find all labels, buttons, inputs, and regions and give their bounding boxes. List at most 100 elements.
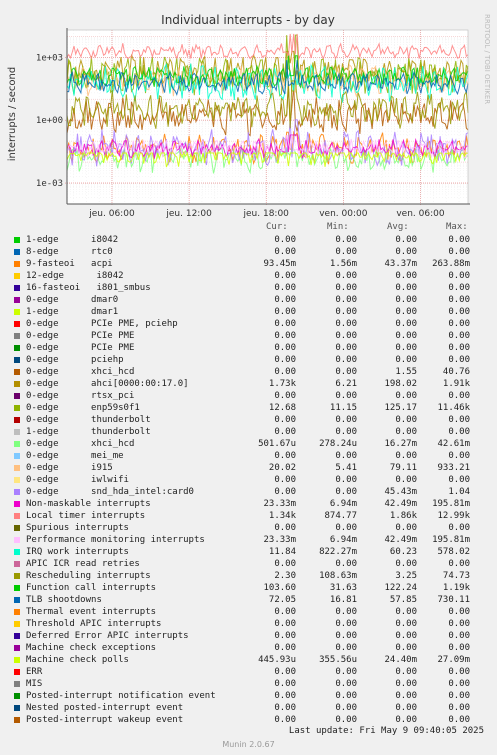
legend-swatch bbox=[14, 549, 20, 555]
series-name: 16-fasteoi i801_smbus bbox=[26, 283, 151, 293]
legend-swatch bbox=[14, 513, 20, 519]
series-max-value: 578.02 bbox=[437, 547, 470, 557]
series-cur-value: 0.00 bbox=[274, 343, 296, 353]
series-max-value: 0.00 bbox=[448, 703, 470, 713]
series-name: 9-fasteoi acpi bbox=[26, 259, 113, 269]
series-max-value: 0.00 bbox=[448, 451, 470, 461]
series-min-value: 0.00 bbox=[335, 619, 357, 629]
legend-swatch bbox=[14, 273, 20, 279]
legend-header-avg: Avg: bbox=[387, 222, 409, 232]
legend-row: 16-fasteoi i801_smbus 0.00 0.00 0.00 0.00 bbox=[14, 282, 484, 294]
series-max-value: 0.00 bbox=[448, 355, 470, 365]
chart-title: Individual interrupts - by day bbox=[161, 13, 335, 27]
series-min-value: 6.94m bbox=[329, 535, 357, 545]
series-max-value: 933.21 bbox=[437, 463, 470, 473]
series-cur-value: 20.02 bbox=[268, 463, 296, 473]
series-max-value: 0.00 bbox=[448, 319, 470, 329]
series-max-value: 0.00 bbox=[448, 283, 470, 293]
series-avg-value: 0.00 bbox=[395, 247, 417, 257]
legend-swatch bbox=[14, 297, 20, 303]
legend-row: 1-edge thunderbolt 0.00 0.00 0.00 0.00 bbox=[14, 426, 484, 438]
series-name: Threshold APIC interrupts bbox=[26, 619, 162, 629]
series-cur-value: 0.00 bbox=[274, 607, 296, 617]
legend-row: MIS 0.00 0.00 0.00 0.00 bbox=[14, 678, 484, 690]
series-name: MIS bbox=[26, 679, 43, 689]
legend-row: 8-edge rtc0 0.00 0.00 0.00 0.00 bbox=[14, 246, 484, 258]
series-max-value: 0.00 bbox=[448, 631, 470, 641]
munin-version: Munin 2.0.67 bbox=[222, 740, 275, 749]
series-cur-value: 501.67u bbox=[258, 439, 296, 449]
series-max-value: 0.00 bbox=[448, 691, 470, 701]
series-name: 0-edge dmar0 bbox=[26, 295, 119, 305]
series-avg-value: 0.00 bbox=[395, 295, 417, 305]
series-max-value: 0.00 bbox=[448, 391, 470, 401]
legend-swatch bbox=[14, 705, 20, 711]
series-name: 0-edge snd_hda_intel:card0 bbox=[26, 487, 194, 497]
series-min-value: 6.94m bbox=[329, 499, 357, 509]
legend-row: 0-edge xhci_hcd 501.67u 278.24u 16.27m 42.61… bbox=[14, 438, 484, 450]
x-tick-label: ven. 00:00 bbox=[319, 209, 367, 219]
series-name: 1-edge thunderbolt bbox=[26, 427, 151, 437]
series-cur-value: 0.00 bbox=[274, 691, 296, 701]
series-avg-value: 0.00 bbox=[395, 631, 417, 641]
series-name: 12-edge i8042 bbox=[26, 271, 124, 281]
series-name: Rescheduling interrupts bbox=[26, 571, 151, 581]
legend-row: 0-edge i915 20.02 5.41 79.11 933.21 bbox=[14, 462, 484, 474]
legend-row: 1-edge dmar1 0.00 0.00 0.00 0.00 bbox=[14, 306, 484, 318]
legend-swatch bbox=[14, 669, 20, 675]
series-name: 0-edge rtsx_pci bbox=[26, 391, 135, 401]
series-min-value: 0.00 bbox=[335, 679, 357, 689]
series-min-value: 0.00 bbox=[335, 703, 357, 713]
series-name: Posted-interrupt notification event bbox=[26, 691, 216, 701]
series-avg-value: 0.00 bbox=[395, 355, 417, 365]
series-avg-value: 60.23 bbox=[389, 547, 417, 557]
legend-swatch bbox=[14, 465, 20, 471]
series-min-value: 31.63 bbox=[329, 583, 357, 593]
legend-swatch bbox=[14, 489, 20, 495]
series-max-value: 0.00 bbox=[448, 427, 470, 437]
series-max-value: 730.11 bbox=[437, 595, 470, 605]
legend-swatch bbox=[14, 585, 20, 591]
legend-row: 0-edge iwlwifi 0.00 0.00 0.00 0.00 bbox=[14, 474, 484, 486]
series-min-value: 0.00 bbox=[335, 715, 357, 725]
legend-row: 0-edge pciehp 0.00 0.00 0.00 0.00 bbox=[14, 354, 484, 366]
legend-swatch bbox=[14, 429, 20, 435]
legend-swatch bbox=[14, 609, 20, 615]
series-cur-value: 0.00 bbox=[274, 703, 296, 713]
series-min-value: 355.56u bbox=[319, 655, 357, 665]
series-name: Performance monitoring interrupts bbox=[26, 535, 205, 545]
legend-row: 0-edge thunderbolt 0.00 0.00 0.00 0.00 bbox=[14, 414, 484, 426]
series-min-value: 0.00 bbox=[335, 343, 357, 353]
series-min-value: 0.00 bbox=[335, 319, 357, 329]
series-min-value: 0.00 bbox=[335, 559, 357, 569]
series-avg-value: 0.00 bbox=[395, 235, 417, 245]
series-name: Function call interrupts bbox=[26, 583, 157, 593]
series-name: 0-edge pciehp bbox=[26, 355, 124, 365]
legend-row: 0-edge ahci[0000:00:17.0] 1.73k 6.21 198.02… bbox=[14, 378, 484, 390]
legend-swatch bbox=[14, 237, 20, 243]
series-avg-value: 79.11 bbox=[389, 463, 417, 473]
series-max-value: 0.00 bbox=[448, 343, 470, 353]
series-cur-value: 1.34k bbox=[268, 511, 296, 521]
series-cur-value: 0.00 bbox=[274, 283, 296, 293]
legend-swatch bbox=[14, 657, 20, 663]
series-cur-value: 23.33m bbox=[263, 535, 296, 545]
series-cur-value: 0.00 bbox=[274, 619, 296, 629]
series-name: 0-edge PCIe PME, pciehp bbox=[26, 319, 178, 329]
legend-row: Rescheduling interrupts 2.30 108.63m 3.25 74… bbox=[14, 570, 484, 582]
legend-swatch bbox=[14, 525, 20, 531]
series-min-value: 0.00 bbox=[335, 643, 357, 653]
legend-row: 0-edge dmar0 0.00 0.00 0.00 0.00 bbox=[14, 294, 484, 306]
series-name: 1-edge i8042 bbox=[26, 235, 119, 245]
series-cur-value: 0.00 bbox=[274, 307, 296, 317]
series-max-value: 42.61m bbox=[437, 439, 470, 449]
legend-row: Local timer interrupts 1.34k 874.77 1.86k 12… bbox=[14, 510, 484, 522]
legend-swatch bbox=[14, 333, 20, 339]
series-min-value: 822.27m bbox=[319, 547, 357, 557]
series-avg-value: 0.00 bbox=[395, 283, 417, 293]
series-avg-value: 0.00 bbox=[395, 691, 417, 701]
series-avg-value: 0.00 bbox=[395, 307, 417, 317]
legend-swatch bbox=[14, 249, 20, 255]
series-cur-value: 0.00 bbox=[274, 331, 296, 341]
series-avg-value: 0.00 bbox=[395, 715, 417, 725]
